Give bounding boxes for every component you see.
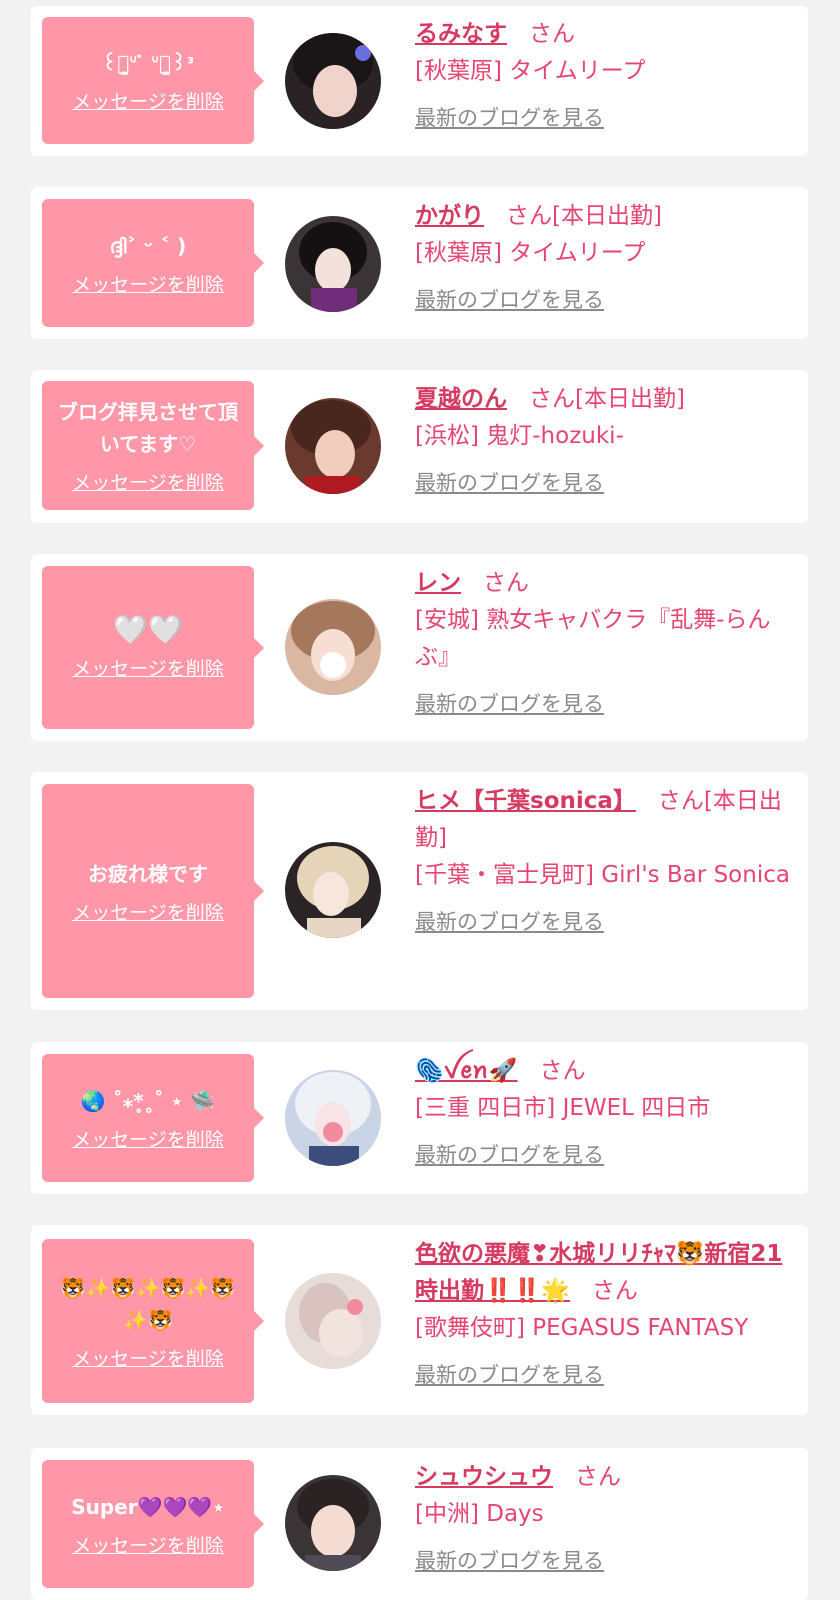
latest-blog-link[interactable]: 最新のブログを見る: [415, 904, 604, 941]
delete-message-button[interactable]: メッセージを削除: [72, 1125, 224, 1152]
girl-name-link[interactable]: るみなす: [415, 21, 507, 47]
message-text: お疲れ様です: [88, 861, 208, 886]
message-text: ꒰ꐦ̣̫ᐡ ̇ ᐡꐦ̣̫꒱ᵌ: [101, 51, 195, 75]
honorific: さん: [657, 788, 704, 814]
avatar[interactable]: [285, 216, 381, 312]
honorific: さん: [529, 21, 575, 47]
girl-name-link[interactable]: かがり: [415, 203, 484, 229]
girl-name-link[interactable]: ヒメ【千葉sonica】: [415, 788, 636, 814]
profile-info: かがり さん[本日出勤] [秋葉原] タイムリープ 最新のブログを見る: [415, 198, 792, 319]
girl-name-link[interactable]: シュウシュウ: [415, 1464, 553, 1490]
latest-blog-link[interactable]: 最新のブログを見る: [415, 465, 604, 502]
avatar[interactable]: [285, 1475, 381, 1571]
honorific: さん: [506, 203, 552, 229]
latest-blog-link[interactable]: 最新のブログを見る: [415, 100, 604, 137]
avatar[interactable]: [285, 33, 381, 129]
message-bubble: お疲れ様です メッセージを削除: [42, 784, 264, 998]
girl-name-link[interactable]: レン: [415, 570, 461, 596]
message-card: 🌏 ˚⁎*̥˳˚ ⋆ 🛸 メッセージを削除 🫆ꪜꫀꪀ🚀 さん [三重 四日市] J…: [31, 1042, 808, 1194]
shop-name: [中洲] Days: [415, 1501, 544, 1527]
delete-message-button[interactable]: メッセージを削除: [72, 1344, 224, 1371]
profile-info: 色欲の悪魔❣水城リリﾁｬﾏ🐯新宿21時出勤‼️‼️🌟 さん [歌舞伎町] PEGA…: [415, 1236, 792, 1394]
message-bubble: ദ്ദി˃ ᵕ ˂ ) メッセージを削除: [42, 199, 264, 327]
avatar[interactable]: [285, 398, 381, 494]
profile-info: 🫆ꪜꫀꪀ🚀 さん [三重 四日市] JEWEL 四日市 最新のブログを見る: [415, 1053, 792, 1174]
honorific: さん: [539, 1058, 586, 1084]
delete-message-button[interactable]: メッセージを削除: [72, 898, 224, 925]
delete-message-button[interactable]: メッセージを削除: [72, 468, 224, 495]
latest-blog-link[interactable]: 最新のブログを見る: [415, 1357, 604, 1394]
message-card: ദ്ദി˃ ᵕ ˂ ) メッセージを削除 かがり さん[本日出勤] [秋葉原] タ…: [31, 187, 808, 339]
shop-name: [歌舞伎町] PEGASUS FANTASY: [415, 1315, 749, 1341]
honorific: さん: [529, 386, 575, 412]
profile-info: るみなす さん [秋葉原] タイムリープ 最新のブログを見る: [415, 16, 792, 137]
delete-message-button[interactable]: メッセージを削除: [72, 270, 224, 297]
message-text: ദ്ദി˃ ᵕ ˂ ): [109, 233, 187, 258]
status-label: [本日出勤]: [575, 386, 685, 412]
latest-blog-link[interactable]: 最新のブログを見る: [415, 1137, 604, 1174]
message-text: 🤍🤍: [113, 613, 183, 646]
message-card: 🤍🤍 メッセージを削除 レン さん [安城] 熟女キャバクラ『乱舞-らんぶ』 最新…: [31, 554, 808, 741]
message-text: 🐯✨🐯✨🐯✨🐯✨🐯: [60, 1275, 236, 1332]
message-text: Super💜💜💜⋆: [71, 1494, 225, 1519]
profile-info: ヒメ【千葉sonica】 さん[本日出勤] [千葉・富士見町] Girl's Ba…: [415, 783, 792, 941]
message-card: Super💜💜💜⋆ メッセージを削除 シュウシュウ さん [中洲] Days 最新…: [31, 1448, 808, 1600]
message-bubble: 🐯✨🐯✨🐯✨🐯✨🐯 メッセージを削除: [42, 1239, 264, 1403]
message-bubble: 🤍🤍 メッセージを削除: [42, 566, 264, 729]
latest-blog-link[interactable]: 最新のブログを見る: [415, 1543, 604, 1580]
message-text: 🌏 ˚⁎*̥˳˚ ⋆ 🛸: [80, 1088, 216, 1113]
profile-info: 夏越のん さん[本日出勤] [浜松] 鬼灯-hozuki- 最新のブログを見る: [415, 381, 792, 502]
latest-blog-link[interactable]: 最新のブログを見る: [415, 282, 604, 319]
avatar[interactable]: [285, 842, 381, 938]
shop-name: [安城] 熟女キャバクラ『乱舞-らんぶ』: [415, 607, 771, 670]
avatar[interactable]: [285, 1273, 381, 1369]
message-card: お疲れ様です メッセージを削除 ヒメ【千葉sonica】 さん[本日出勤] [千葉…: [31, 772, 808, 1010]
honorific: さん: [483, 570, 529, 596]
profile-info: シュウシュウ さん [中洲] Days 最新のブログを見る: [415, 1459, 792, 1580]
girl-name-link[interactable]: 🫆ꪜꫀꪀ🚀: [415, 1058, 518, 1084]
delete-message-button[interactable]: メッセージを削除: [72, 1531, 224, 1558]
avatar[interactable]: [285, 599, 381, 695]
message-text: ブログ拝見させて頂いてます♡: [58, 400, 238, 456]
message-card: ꒰ꐦ̣̫ᐡ ̇ ᐡꐦ̣̫꒱ᵌ メッセージを削除 るみなす さん [秋葉原] タイム…: [31, 6, 808, 156]
shop-name: [秋葉原] タイムリープ: [415, 58, 646, 84]
message-bubble: ブログ拝見させて頂いてます♡ メッセージを削除: [42, 381, 264, 510]
shop-name: [千葉・富士見町] Girl's Bar Sonica: [415, 862, 790, 888]
delete-message-button[interactable]: メッセージを削除: [72, 654, 224, 681]
delete-message-button[interactable]: メッセージを削除: [72, 87, 224, 114]
message-bubble: ꒰ꐦ̣̫ᐡ ̇ ᐡꐦ̣̫꒱ᵌ メッセージを削除: [42, 17, 264, 144]
message-bubble: 🌏 ˚⁎*̥˳˚ ⋆ 🛸 メッセージを削除: [42, 1054, 264, 1182]
latest-blog-link[interactable]: 最新のブログを見る: [415, 686, 604, 723]
shop-name: [秋葉原] タイムリープ: [415, 240, 646, 266]
profile-info: レン さん [安城] 熟女キャバクラ『乱舞-らんぶ』 最新のブログを見る: [415, 565, 792, 723]
shop-name: [浜松] 鬼灯-hozuki-: [415, 423, 624, 449]
shop-name: [三重 四日市] JEWEL 四日市: [415, 1095, 711, 1121]
girl-name-link[interactable]: 夏越のん: [415, 386, 507, 412]
avatar[interactable]: [285, 1070, 381, 1166]
message-card: 🐯✨🐯✨🐯✨🐯✨🐯 メッセージを削除 色欲の悪魔❣水城リリﾁｬﾏ🐯新宿21時出勤…: [31, 1225, 808, 1415]
honorific: さん: [575, 1464, 621, 1490]
message-card: ブログ拝見させて頂いてます♡ メッセージを削除 夏越のん さん[本日出勤] [浜松…: [31, 370, 808, 523]
message-bubble: Super💜💜💜⋆ メッセージを削除: [42, 1460, 264, 1588]
honorific: さん: [591, 1278, 638, 1304]
status-label: [本日出勤]: [552, 203, 662, 229]
